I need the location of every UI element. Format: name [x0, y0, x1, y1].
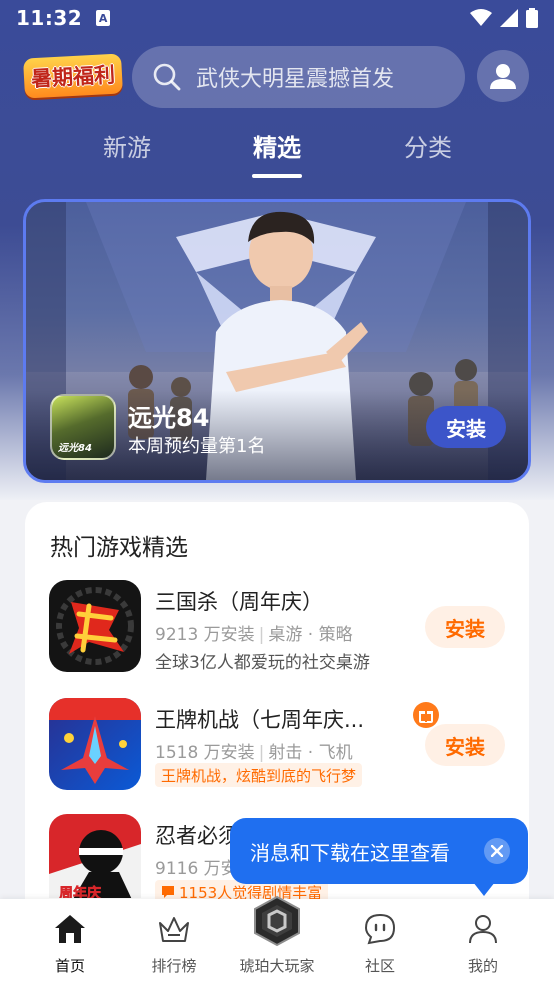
notification-icon: A — [96, 10, 111, 26]
download-count: 9116 万安 — [155, 859, 238, 879]
search-bar[interactable]: 武侠大明星震撼首发 — [132, 46, 465, 108]
download-count: 1518 万安装 — [155, 743, 255, 763]
battery-icon — [526, 8, 538, 28]
nav-label: 排行榜 — [151, 957, 197, 975]
comment-icon — [162, 886, 174, 898]
fighter-jet-icon — [49, 698, 141, 790]
person-icon — [469, 915, 497, 944]
meta-separator: | — [258, 743, 265, 763]
search-icon — [153, 63, 181, 91]
game-description: 全球3亿人都爱玩的社交桌游 — [155, 653, 370, 673]
nav-rankings[interactable]: 排行榜 — [124, 911, 224, 976]
game-meta: 9116 万安 — [155, 854, 238, 879]
tab-categories[interactable]: 分类 — [404, 128, 452, 163]
crown-icon — [159, 917, 189, 942]
game-name[interactable]: 忍者必须 — [155, 820, 239, 850]
game-name[interactable]: 三国杀（周年庆） — [155, 586, 323, 616]
user-icon — [490, 64, 516, 89]
banner-icon-label: 远光84 — [58, 443, 92, 454]
gift-icon — [419, 711, 433, 723]
wifi-icon — [470, 9, 492, 26]
search-placeholder: 武侠大明星震撼首发 — [196, 67, 395, 92]
home-icon — [55, 915, 85, 943]
game-category: 射击 · 飞机 — [268, 743, 353, 763]
tab-new-games[interactable]: 新游 — [103, 128, 151, 163]
bottom-navigation: 首页 排行榜 琥珀大玩家 社区 我的 — [0, 895, 554, 985]
game-icon-wangpai-jizhan[interactable] — [49, 698, 141, 790]
cellular-signal-icon — [500, 9, 518, 27]
game-name[interactable]: 王牌机战（七周年庆... — [155, 704, 364, 734]
game-icon-sanguosha[interactable] — [49, 580, 141, 672]
nav-label: 首页 — [54, 957, 85, 975]
game-icon-ninja[interactable]: 周年庆 — [49, 814, 141, 898]
active-tab-indicator — [252, 174, 302, 178]
status-time: 11:32 — [16, 6, 83, 30]
nav-community[interactable]: 社区 — [330, 911, 430, 976]
game-category: 桌游 · 策略 — [268, 625, 353, 645]
banner-game-subtitle: 本周预约量第1名 — [128, 436, 266, 457]
game-row-sanguosha[interactable]: 三国杀（周年庆） 9213 万安装 | 桌游 · 策略 全球3亿人都爱玩的社交桌游 … — [49, 580, 509, 676]
tab-featured[interactable]: 精选 — [253, 128, 301, 163]
chat-bubble-icon — [364, 913, 396, 945]
nav-amber-player[interactable]: 琥珀大玩家 — [227, 895, 327, 976]
tooltip-close-button[interactable] — [484, 838, 510, 864]
nav-label: 琥珀大玩家 — [239, 957, 315, 975]
game-tag: 王牌机战，炫酷到底的飞行梦 — [155, 763, 363, 787]
user-avatar-button[interactable] — [477, 50, 529, 102]
nav-mine[interactable]: 我的 — [433, 911, 533, 976]
ninja-icon-label: 周年庆 — [59, 885, 101, 898]
top-header: 暑期福利 武侠大明星震撼首发 — [0, 44, 554, 108]
status-bar: 11:32 A — [0, 0, 554, 36]
game-row-wangpai-jizhan[interactable]: 王牌机战（七周年庆... 1518 万安装 | 射击 · 飞机 王牌机战，炫酷到底的… — [49, 698, 509, 794]
gift-badge-icon[interactable] — [413, 702, 439, 728]
game-meta: 9213 万安装 | 桌游 · 策略 — [155, 620, 353, 645]
nav-label: 社区 — [364, 957, 395, 975]
close-icon — [491, 845, 503, 857]
tooltip-text: 消息和下载在这里查看 — [250, 840, 450, 865]
sanguosha-kill-icon — [49, 580, 141, 672]
banner-game-icon[interactable]: 远光84 — [50, 394, 116, 460]
section-title: 热门游戏精选 — [50, 535, 188, 561]
amber-player-icon — [254, 895, 300, 947]
tooltip-arrow — [473, 882, 495, 896]
category-tabs: 新游 精选 分类 — [0, 120, 554, 180]
download-tooltip[interactable]: 消息和下载在这里查看 — [230, 818, 528, 896]
nav-home[interactable]: 首页 — [20, 911, 120, 976]
nav-label: 我的 — [467, 957, 498, 975]
install-button[interactable]: 安装 — [425, 606, 505, 648]
install-button[interactable]: 安装 — [425, 724, 505, 766]
game-meta: 1518 万安装 | 射击 · 飞机 — [155, 738, 353, 763]
meta-separator: | — [258, 625, 265, 645]
banner-install-button[interactable]: 安装 — [426, 406, 506, 448]
ninja-icon: 周年庆 — [49, 814, 141, 898]
summer-welfare-logo[interactable]: 暑期福利 — [23, 53, 123, 99]
banner-game-title[interactable]: 远光84 — [128, 398, 209, 433]
download-count: 9213 万安装 — [155, 625, 255, 645]
featured-banner[interactable]: 远光84 远光84 本周预约量第1名 安装 — [23, 199, 531, 483]
